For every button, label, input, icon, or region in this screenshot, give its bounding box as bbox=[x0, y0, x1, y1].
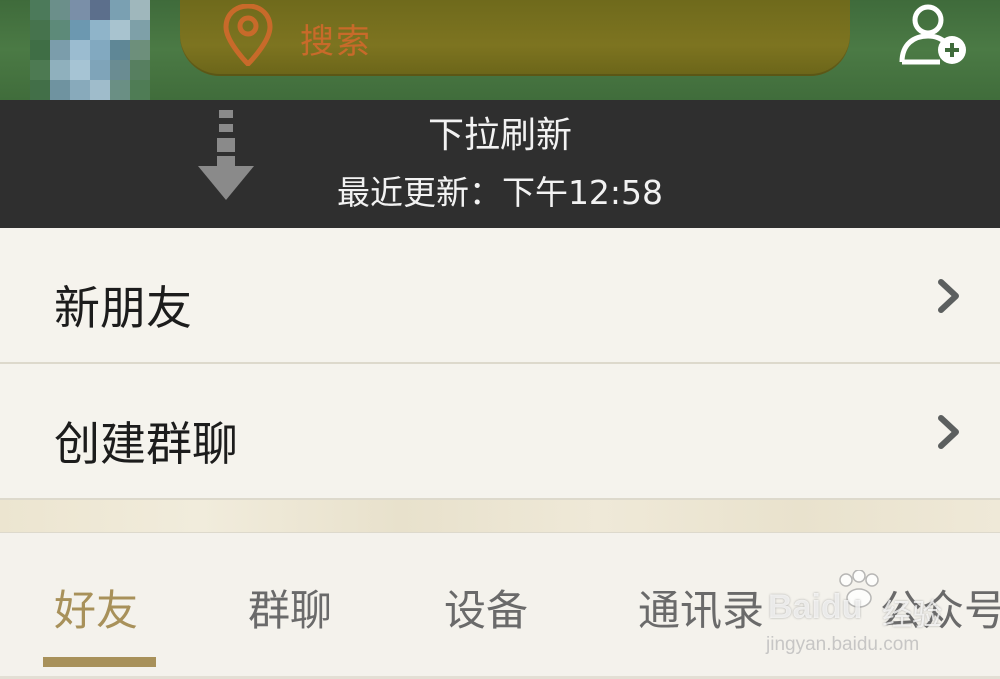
avatar-pixel bbox=[90, 80, 110, 100]
avatar-pixel bbox=[90, 20, 110, 40]
watermark-sub: 经验 bbox=[882, 598, 942, 633]
top-header: 搜索 bbox=[0, 0, 1000, 110]
avatar-pixel bbox=[110, 60, 130, 80]
avatar-pixel bbox=[110, 80, 130, 100]
section-divider bbox=[0, 500, 1000, 533]
avatar-pixel bbox=[90, 40, 110, 60]
avatar-pixel bbox=[70, 20, 90, 40]
search-bar[interactable] bbox=[180, 0, 850, 76]
avatar-pixel bbox=[50, 80, 70, 100]
avatar-pixel bbox=[70, 0, 90, 20]
avatar-pixel bbox=[70, 80, 90, 100]
avatar[interactable] bbox=[30, 0, 150, 100]
new-friends-row[interactable]: 新朋友 bbox=[0, 228, 1000, 364]
tab-groups[interactable]: 群聊 bbox=[248, 577, 332, 638]
avatar-pixel bbox=[110, 20, 130, 40]
avatar-pixel bbox=[30, 0, 50, 20]
location-pin-icon bbox=[223, 4, 273, 66]
avatar-pixel bbox=[30, 20, 50, 40]
chevron-right-icon bbox=[938, 279, 959, 313]
avatar-pixel bbox=[50, 0, 70, 20]
avatar-pixel bbox=[130, 40, 150, 60]
watermark: Baidu 经验 jingyan.baidu.com bbox=[762, 568, 1000, 668]
avatar-pixel bbox=[30, 40, 50, 60]
avatar-pixel bbox=[130, 20, 150, 40]
avatar-pixel bbox=[90, 0, 110, 20]
add-user-icon[interactable] bbox=[896, 2, 972, 68]
avatar-pixel bbox=[110, 0, 130, 20]
avatar-pixel bbox=[50, 40, 70, 60]
tab-friends[interactable]: 好友 bbox=[54, 577, 138, 638]
avatar-pixel bbox=[30, 80, 50, 100]
avatar-pixel bbox=[50, 20, 70, 40]
new-friends-label: 新朋友 bbox=[54, 281, 192, 335]
tab-address-book[interactable]: 通讯录 bbox=[638, 577, 764, 638]
watermark-url: jingyan.baidu.com bbox=[766, 634, 920, 655]
avatar-pixel bbox=[130, 60, 150, 80]
avatar-pixel bbox=[70, 40, 90, 60]
avatar-pixel bbox=[30, 60, 50, 80]
contacts-screen: 搜索 下拉刷新 最近更新：下午12:58 新朋友 创建群聊 好友 群聊 设备 通… bbox=[0, 0, 1000, 679]
avatar-pixel bbox=[130, 0, 150, 20]
avatar-pixel bbox=[110, 40, 130, 60]
avatar-pixel bbox=[70, 60, 90, 80]
chevron-right-icon bbox=[938, 415, 959, 449]
create-group-row[interactable]: 创建群聊 bbox=[0, 364, 1000, 500]
avatar-pixel bbox=[50, 60, 70, 80]
avatar-pixel bbox=[90, 60, 110, 80]
create-group-label: 创建群聊 bbox=[54, 417, 238, 471]
refresh-title: 下拉刷新 bbox=[427, 115, 572, 156]
active-tab-indicator bbox=[43, 657, 156, 667]
refresh-last-updated: 最近更新：下午12:58 bbox=[336, 173, 664, 212]
avatar-pixel bbox=[130, 80, 150, 100]
watermark-brand: Baidu bbox=[768, 588, 863, 626]
tab-devices[interactable]: 设备 bbox=[444, 577, 528, 638]
search-placeholder[interactable]: 搜索 bbox=[300, 14, 372, 63]
